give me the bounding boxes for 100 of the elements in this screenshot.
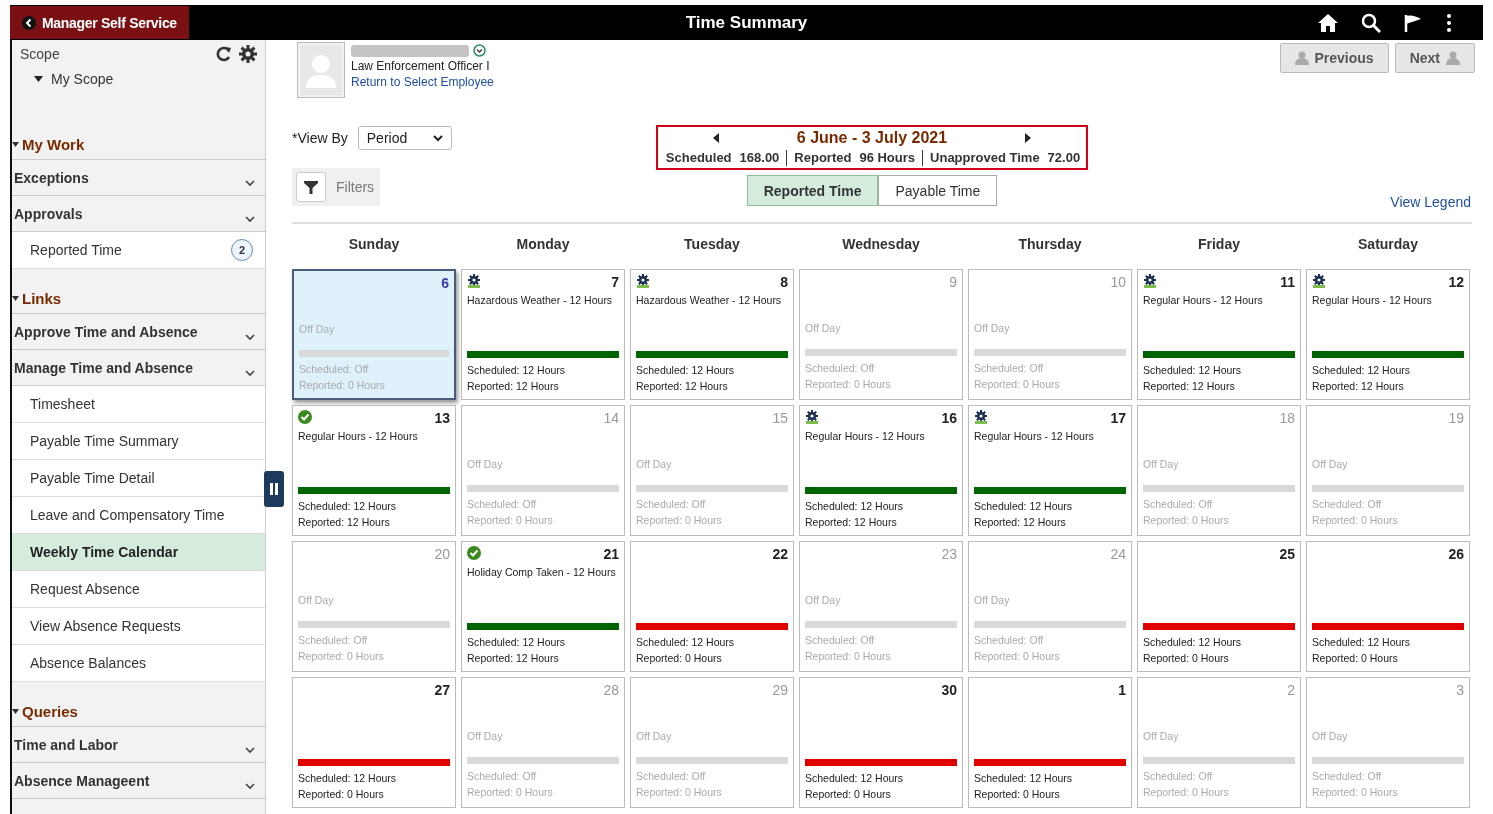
scope-tree-item[interactable]: My Scope — [26, 71, 114, 87]
gear-icon — [467, 274, 481, 288]
reported-text: Reported: 12 Hours — [298, 515, 391, 530]
nav-group[interactable]: Exceptions — [12, 160, 265, 196]
scheduled-text: Scheduled: 12 Hours — [298, 771, 398, 786]
group-label: Exceptions — [14, 169, 89, 186]
day-number: 2 — [1287, 682, 1295, 698]
reported-text: Reported: 12 Hours — [467, 379, 560, 394]
day-number: 12 — [1448, 274, 1464, 290]
filter-icon — [304, 180, 318, 194]
day-cell[interactable]: 17 Regular Hours - 12 Hours Scheduled: 12 Hours Reported: 12 Hours — [968, 405, 1132, 536]
reported-text: Reported: 0 Hours — [974, 377, 1061, 392]
view-toggle-button[interactable]: Reported Time — [746, 175, 879, 206]
reported-text: Reported: 0 Hours — [1143, 785, 1230, 800]
refresh-icon[interactable] — [216, 46, 232, 62]
filter-button[interactable] — [296, 172, 326, 202]
back-button[interactable]: Manager Self Service — [10, 6, 189, 39]
day-cell[interactable]: 7 Hazardous Weather - 12 Hours Scheduled: 12 Hours Reported: 12 Hours — [461, 269, 625, 400]
day-cell[interactable]: 13 Regular Hours - 12 Hours Scheduled: 12 Hours Reported: 12 Hours — [292, 405, 456, 536]
scheduled-text: Scheduled: 12 Hours — [974, 771, 1074, 786]
scheduled-text: Scheduled: 12 Hours — [467, 363, 567, 378]
nav-label: Leave and Compensatory Time — [30, 507, 225, 523]
person-icon — [1294, 51, 1309, 65]
section-label: My Work — [22, 136, 85, 153]
nav-label: Request Absence — [30, 581, 140, 597]
scheduled-text: Scheduled: 12 Hours — [298, 499, 398, 514]
day-cell[interactable]: 11 Regular Hours - 12 Hours Scheduled: 12 Hours Reported: 12 Hours — [1137, 269, 1301, 400]
entry-text: Off Day — [467, 458, 503, 470]
nav-item[interactable]: Reported Time 2 — [12, 232, 265, 269]
reported-text: Reported: 0 Hours — [805, 649, 892, 664]
scheduled-text: Scheduled: Off — [636, 497, 707, 512]
section-heading[interactable]: My Work — [12, 115, 265, 160]
day-cell[interactable]: 27 Scheduled: 12 Hours Reported: 0 Hours — [292, 677, 456, 808]
weekday-header: Thursday — [1017, 236, 1083, 252]
day-cell[interactable]: 30 Scheduled: 12 Hours Reported: 0 Hours — [799, 677, 963, 808]
scheduled-text: Scheduled: Off — [467, 769, 538, 784]
day-cell[interactable]: 8 Hazardous Weather - 12 Hours Scheduled: 12 Hours Reported: 12 Hours — [630, 269, 794, 400]
section-heading[interactable]: Queries — [12, 682, 265, 727]
reported-text: Reported: 0 Hours — [1312, 651, 1399, 666]
nav-item[interactable]: View Absence Requests — [12, 608, 265, 645]
settings-icon[interactable] — [239, 45, 257, 63]
nav-item[interactable]: Leave and Compensatory Time — [12, 497, 265, 534]
reported-text: Reported: 0 Hours — [298, 649, 385, 664]
nav-item[interactable]: Request Absence — [12, 571, 265, 608]
summary-label: Unapproved Time — [930, 150, 1040, 166]
reported-text: Reported: 0 Hours — [1312, 513, 1399, 528]
day-cell[interactable]: 21 Holiday Comp Taken - 12 Hours Scheduled: 12 Hours Reported: 12 Hours — [461, 541, 625, 672]
view-toggle-button[interactable]: Payable Time — [878, 175, 998, 206]
nav-item[interactable]: Weekly Time Calendar — [12, 534, 265, 571]
nav-label: Payable Time Detail — [30, 470, 155, 486]
day-cell[interactable]: 1 Scheduled: 12 Hours Reported: 0 Hours — [968, 677, 1132, 808]
nav-button[interactable]: Next — [1394, 43, 1475, 73]
caret-icon — [12, 708, 19, 715]
group-label: Approvals — [14, 205, 83, 222]
gear-icon — [805, 410, 819, 424]
person-icon — [1446, 51, 1460, 65]
day-cell[interactable]: 22 Scheduled: 12 Hours Reported: 0 Hours — [630, 541, 794, 672]
nav-item[interactable]: Payable Time Summary — [12, 423, 265, 460]
caret-icon — [12, 141, 19, 148]
previous-arrow-icon[interactable] — [711, 133, 720, 143]
summary-label: Reported — [794, 150, 852, 166]
day-number: 11 — [1280, 274, 1295, 290]
entry-text: Regular Hours - 12 Hours — [805, 430, 925, 442]
day-number: 26 — [1448, 546, 1464, 562]
search-icon[interactable] — [1361, 12, 1381, 33]
nav-item[interactable]: Absence Balances — [12, 645, 265, 682]
reported-text: Reported: 0 Hours — [805, 787, 892, 802]
day-cell[interactable]: 6 Off Day Scheduled: Off Reported: 0 Hours — [292, 269, 456, 400]
nav-item[interactable]: Payable Time Detail — [12, 460, 265, 497]
nav-label: Absence Balances — [30, 655, 146, 671]
nav-group[interactable]: Time and Labor — [12, 727, 265, 763]
flag-icon[interactable] — [1403, 12, 1423, 33]
reported-text: Reported: 12 Hours — [805, 515, 898, 530]
summary-label: Scheduled — [665, 150, 732, 166]
nav-label: Weekly Time Calendar — [30, 544, 179, 560]
view-by-select[interactable]: Period — [357, 126, 452, 150]
chevron-down-icon — [245, 334, 255, 341]
day-cell[interactable]: 16 Regular Hours - 12 Hours Scheduled: 12 Hours Reported: 12 Hours — [799, 405, 963, 536]
scheduled-text: Scheduled: Off — [1143, 769, 1214, 784]
dropdown-icon[interactable] — [473, 44, 486, 57]
more-icon[interactable] — [1445, 12, 1453, 33]
day-number: 22 — [772, 546, 788, 562]
return-link[interactable]: Return to Select Employee — [351, 75, 494, 89]
scheduled-text: Scheduled: 12 Hours — [1143, 363, 1243, 378]
entry-text: Off Day — [636, 458, 672, 470]
day-cell[interactable]: 25 Scheduled: 12 Hours Reported: 0 Hours — [1137, 541, 1301, 672]
day-cell[interactable]: 12 Regular Hours - 12 Hours Scheduled: 12 Hours Reported: 12 Hours — [1306, 269, 1470, 400]
section-heading[interactable]: Links — [12, 269, 265, 314]
nav-group[interactable]: Approve Time and Absence — [12, 314, 265, 350]
nav-button[interactable]: Previous — [1279, 43, 1389, 73]
gear-icon — [974, 410, 988, 424]
view-legend-link[interactable]: View Legend — [1390, 194, 1471, 210]
day-cell[interactable]: 26 Scheduled: 12 Hours Reported: 0 Hours — [1306, 541, 1470, 672]
avatar-icon — [297, 42, 345, 98]
next-arrow-icon[interactable] — [1024, 133, 1033, 143]
collapse-handle[interactable] — [264, 471, 284, 507]
summary-value: 96 Hours — [859, 150, 916, 166]
home-icon[interactable] — [1317, 12, 1339, 33]
nav-group[interactable]: Absence Manageent — [12, 763, 265, 799]
nav-item[interactable]: Timesheet — [12, 386, 265, 423]
